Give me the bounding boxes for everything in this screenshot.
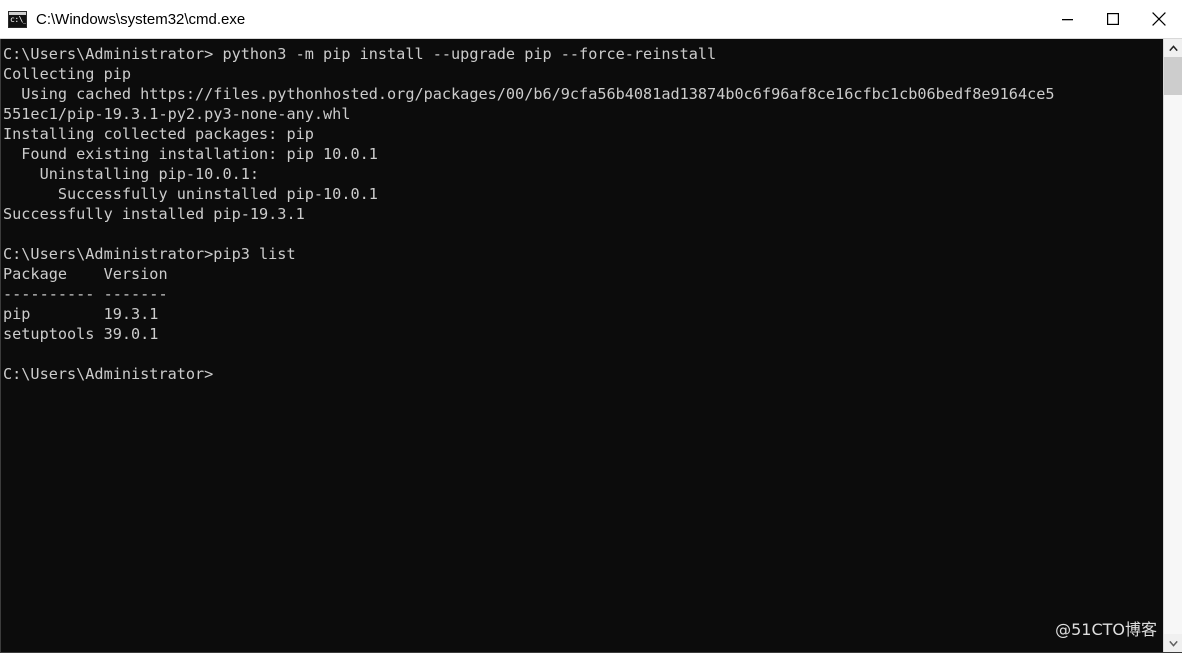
minimize-icon (1061, 18, 1073, 20)
scrollbar-track[interactable] (1164, 57, 1182, 634)
console-output-area[interactable]: C:\Users\Administrator> python3 -m pip i… (1, 39, 1163, 652)
chevron-down-icon (1168, 640, 1178, 647)
title-bar-left: c:\_ C:\Windows\system32\cmd.exe (0, 10, 1044, 28)
title-bar[interactable]: c:\_ C:\Windows\system32\cmd.exe (0, 0, 1182, 39)
scroll-thumb[interactable] (1164, 57, 1182, 95)
cmd-window: c:\_ C:\Windows\system32\cmd.exe C:\User… (0, 0, 1182, 653)
cmd-icon-glyph: c:\_ (10, 14, 27, 24)
minimize-button[interactable] (1044, 0, 1090, 38)
close-icon (1152, 12, 1166, 26)
scroll-up-arrow[interactable] (1164, 39, 1182, 57)
terminal-body: C:\Users\Administrator> python3 -m pip i… (0, 39, 1182, 653)
vertical-scrollbar[interactable] (1163, 39, 1182, 652)
cmd-icon[interactable]: c:\_ (8, 10, 27, 28)
scroll-down-arrow[interactable] (1164, 634, 1182, 652)
window-title: C:\Windows\system32\cmd.exe (36, 10, 246, 28)
console-text: C:\Users\Administrator> python3 -m pip i… (3, 45, 1055, 383)
maximize-icon (1107, 13, 1119, 25)
window-controls (1044, 0, 1182, 38)
chevron-up-icon (1168, 44, 1178, 51)
watermark: @51CTO博客 (1055, 620, 1157, 639)
maximize-button[interactable] (1090, 0, 1136, 38)
close-button[interactable] (1136, 0, 1182, 38)
